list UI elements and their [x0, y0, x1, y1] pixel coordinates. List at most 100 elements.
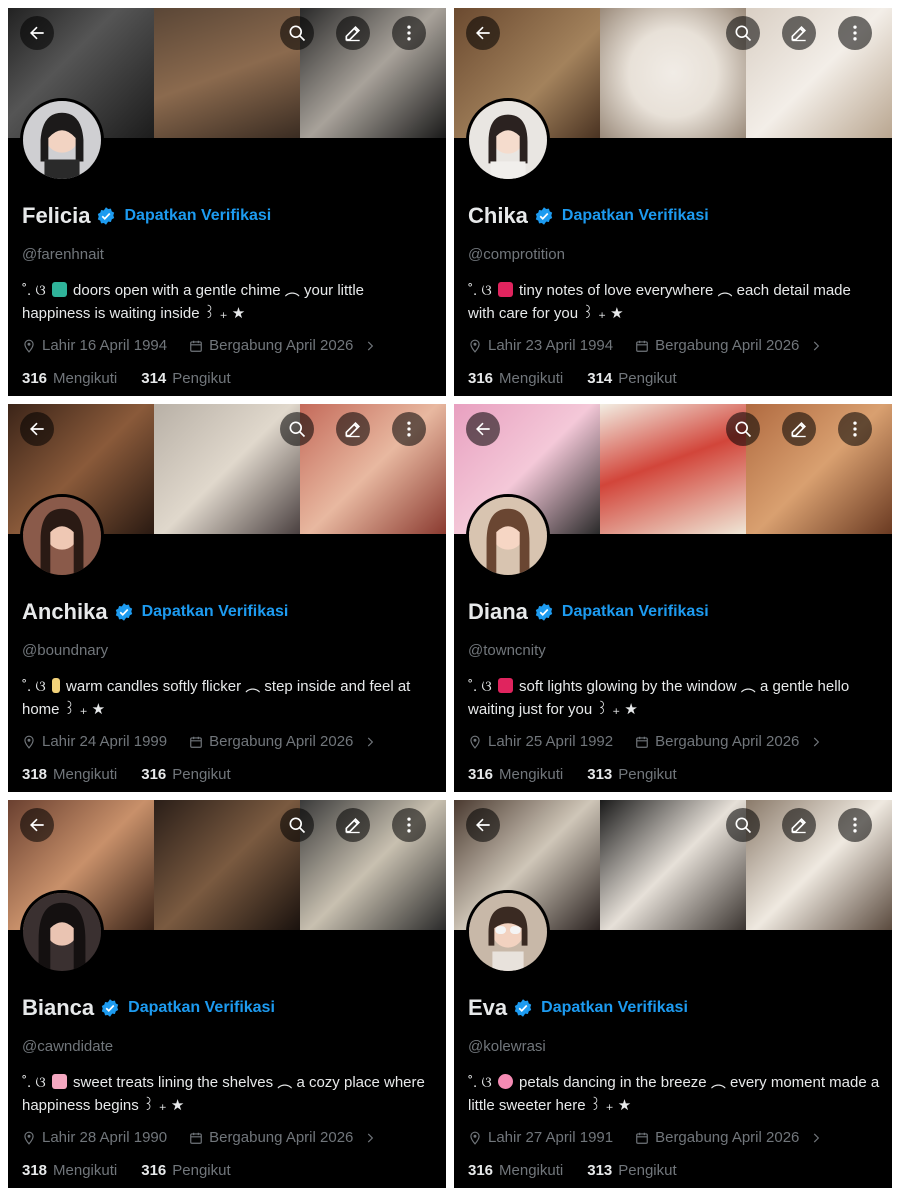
avatar[interactable]	[20, 494, 104, 578]
get-verified-link[interactable]: Dapatkan Verifikasi	[128, 999, 275, 1017]
meta-row: Lahir 27 April 1991 Bergabung April 2026	[468, 1129, 823, 1146]
back-arrow-icon	[30, 422, 44, 436]
avatar[interactable]	[466, 494, 550, 578]
back-button[interactable]	[466, 808, 500, 842]
verified-badge-icon	[115, 603, 132, 621]
followers-label[interactable]: Pengikut	[172, 1162, 230, 1179]
search-button[interactable]	[726, 16, 760, 50]
followers-count[interactable]: 313	[587, 1162, 612, 1179]
edit-icon	[791, 421, 807, 438]
following-label[interactable]: Mengikuti	[53, 766, 117, 783]
search-icon	[289, 421, 306, 438]
edit-button[interactable]	[782, 412, 816, 446]
location-icon	[470, 735, 480, 749]
edit-button[interactable]	[782, 16, 816, 50]
get-verified-link[interactable]: Dapatkan Verifikasi	[124, 207, 271, 225]
bio-prefix: ˚. ଓ	[468, 1074, 492, 1091]
back-button[interactable]	[466, 412, 500, 446]
followers-label[interactable]: Pengikut	[172, 370, 230, 387]
edit-button[interactable]	[336, 808, 370, 842]
edit-icon	[345, 817, 361, 834]
bio-prefix: ˚. ଓ	[22, 282, 46, 299]
more-button[interactable]	[392, 808, 426, 842]
following-label[interactable]: Mengikuti	[53, 1162, 117, 1179]
get-verified-link[interactable]: Dapatkan Verifikasi	[142, 603, 289, 621]
calendar-icon	[190, 1132, 202, 1144]
avatar-image	[469, 497, 547, 575]
followers-label[interactable]: Pengikut	[618, 370, 676, 387]
followers-label[interactable]: Pengikut	[618, 766, 676, 783]
more-button[interactable]	[392, 412, 426, 446]
get-verified-link[interactable]: Dapatkan Verifikasi	[541, 999, 688, 1017]
followers-label[interactable]: Pengikut	[172, 766, 230, 783]
edit-button[interactable]	[336, 412, 370, 446]
more-button[interactable]	[838, 16, 872, 50]
bio: ˚. ଓ sweet treats lining the shelves ︵ a…	[22, 1071, 434, 1117]
following-count[interactable]: 318	[22, 1162, 47, 1179]
more-button[interactable]	[838, 412, 872, 446]
following-count[interactable]: 318	[22, 766, 47, 783]
following-label[interactable]: Mengikuti	[499, 1162, 563, 1179]
chevron-right-icon[interactable]	[363, 1131, 377, 1145]
following-label[interactable]: Mengikuti	[499, 766, 563, 783]
birth-date: Lahir 23 April 1994	[488, 337, 614, 354]
avatar-image	[469, 893, 547, 971]
avatar[interactable]	[20, 98, 104, 182]
avatar[interactable]	[20, 890, 104, 974]
followers-count[interactable]: 316	[141, 766, 166, 783]
search-button[interactable]	[280, 412, 314, 446]
chevron-right-icon[interactable]	[809, 339, 823, 353]
following-count[interactable]: 316	[22, 370, 47, 387]
verified-badge-icon	[535, 207, 553, 225]
following-label[interactable]: Mengikuti	[499, 370, 563, 387]
profile-card-anchika: Anchika Dapatkan Verifikasi @boundnary ˚…	[8, 404, 446, 792]
get-verified-link[interactable]: Dapatkan Verifikasi	[562, 603, 709, 621]
following-count[interactable]: 316	[468, 1162, 493, 1179]
meta-row: Lahir 16 April 1994 Bergabung April 2026	[22, 337, 377, 354]
back-button[interactable]	[20, 808, 54, 842]
bio-text: soft lights glowing by the window ︵ a ge…	[468, 678, 850, 718]
bio: ˚. ଓ petals dancing in the breeze ︵ ever…	[468, 1071, 880, 1117]
bio-prefix: ˚. ଓ	[468, 282, 492, 299]
birth-date: Lahir 16 April 1994	[42, 337, 168, 354]
location-icon	[470, 1131, 480, 1145]
chevron-right-icon[interactable]	[363, 339, 377, 353]
edit-button[interactable]	[782, 808, 816, 842]
following-label[interactable]: Mengikuti	[53, 370, 117, 387]
avatar[interactable]	[466, 98, 550, 182]
get-verified-link[interactable]: Dapatkan Verifikasi	[562, 207, 709, 225]
chevron-right-icon[interactable]	[809, 735, 823, 749]
back-button[interactable]	[20, 16, 54, 50]
name-row: Eva Dapatkan Verifikasi	[468, 995, 688, 1021]
search-button[interactable]	[280, 16, 314, 50]
avatar-image	[23, 497, 101, 575]
name-row: Bianca Dapatkan Verifikasi	[22, 995, 275, 1021]
search-button[interactable]	[726, 808, 760, 842]
followers-count[interactable]: 314	[587, 370, 612, 387]
calendar-icon	[636, 736, 648, 748]
bio: ˚. ଓ tiny notes of love everywhere ︵ eac…	[468, 279, 880, 325]
more-button[interactable]	[838, 808, 872, 842]
back-button[interactable]	[466, 16, 500, 50]
meta-row: Lahir 28 April 1990 Bergabung April 2026	[22, 1129, 377, 1146]
bio-text: warm candles softly flicker ︵ step insid…	[22, 678, 411, 718]
more-button[interactable]	[392, 16, 426, 50]
back-button[interactable]	[20, 412, 54, 446]
chevron-right-icon[interactable]	[363, 735, 377, 749]
search-button[interactable]	[726, 412, 760, 446]
chevron-right-icon[interactable]	[809, 1131, 823, 1145]
profile-card-chika: Chika Dapatkan Verifikasi @comprotition …	[454, 8, 892, 396]
edit-button[interactable]	[336, 16, 370, 50]
followers-count[interactable]: 314	[141, 370, 166, 387]
bio-emoji-icon	[51, 282, 67, 297]
avatar-image	[23, 893, 101, 971]
following-count[interactable]: 316	[468, 766, 493, 783]
followers-count[interactable]: 313	[587, 766, 612, 783]
location-icon	[470, 339, 480, 353]
bio-prefix: ˚. ଓ	[468, 678, 492, 695]
followers-label[interactable]: Pengikut	[618, 1162, 676, 1179]
followers-count[interactable]: 316	[141, 1162, 166, 1179]
search-button[interactable]	[280, 808, 314, 842]
following-count[interactable]: 316	[468, 370, 493, 387]
avatar[interactable]	[466, 890, 550, 974]
